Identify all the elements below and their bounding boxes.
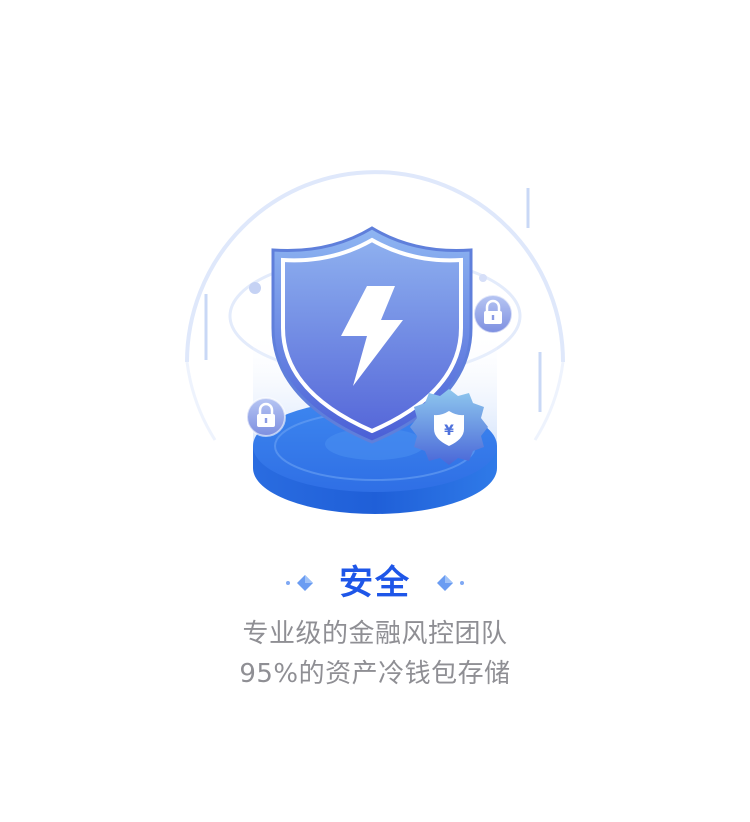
padlock-icon <box>473 294 513 334</box>
svg-text:¥: ¥ <box>444 423 454 439</box>
padlock-icon <box>246 397 286 437</box>
diamond-decoration-icon <box>286 575 313 591</box>
feature-title: 安全 <box>339 563 411 603</box>
diamond-decoration-icon <box>437 575 464 591</box>
feature-description-line-1: 专业级的金融风控团队 <box>242 619 508 649</box>
feature-title-row: 安全 <box>0 556 750 610</box>
onboarding-page: ¥ 安全 专业级的金融风控团队 95%的资产冷钱包存储 <box>0 0 750 822</box>
feature-description-line-2: 95%的资产冷钱包存储 <box>239 659 511 689</box>
security-shield-icon: ¥ <box>185 170 565 514</box>
security-illustration: ¥ <box>175 150 575 540</box>
